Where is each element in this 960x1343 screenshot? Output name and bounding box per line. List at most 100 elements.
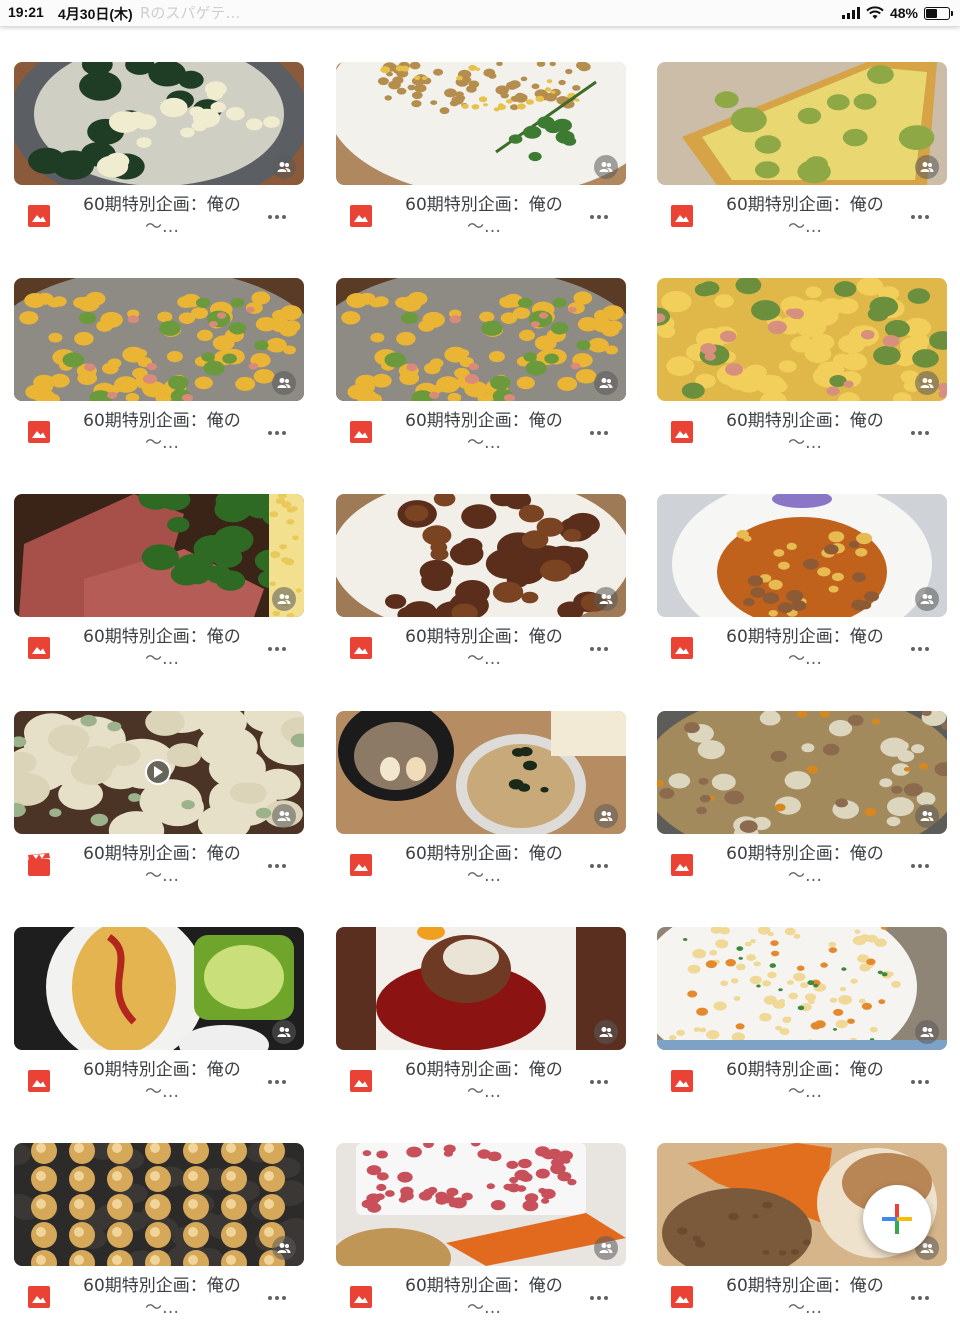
file-title-line1: 60期特別企画：俺の bbox=[83, 195, 241, 215]
more-options-button[interactable] bbox=[264, 1069, 290, 1095]
file-title: 60期特別企画：俺の 〜… bbox=[709, 194, 901, 238]
file-thumbnail[interactable] bbox=[14, 494, 304, 617]
file-thumbnail[interactable] bbox=[657, 62, 947, 185]
file-title-line1: 60期特別企画：俺の bbox=[83, 1276, 241, 1296]
file-card[interactable]: 60期特別企画：俺の 〜… bbox=[657, 62, 947, 262]
file-title-line2: 〜… bbox=[145, 217, 179, 237]
battery-icon bbox=[924, 6, 953, 20]
more-options-button[interactable] bbox=[586, 420, 612, 446]
shared-icon bbox=[594, 371, 618, 395]
file-card[interactable]: 60期特別企画：俺の 〜… bbox=[657, 494, 947, 694]
shared-icon bbox=[915, 804, 939, 828]
shared-icon bbox=[594, 1236, 618, 1260]
file-thumbnail[interactable] bbox=[336, 1143, 626, 1266]
file-title-line2: 〜… bbox=[145, 1298, 179, 1318]
more-options-button[interactable] bbox=[586, 204, 612, 230]
scrolled-under-text: Rのスパゲテ… bbox=[140, 4, 241, 22]
file-title-line1: 60期特別企画：俺の bbox=[405, 1060, 563, 1080]
file-title-line1: 60期特別企画：俺の bbox=[83, 844, 241, 864]
file-card[interactable]: 60期特別企画：俺の 〜… bbox=[336, 1143, 626, 1343]
more-options-button[interactable] bbox=[264, 204, 290, 230]
file-card[interactable]: 60期特別企画：俺の 〜… bbox=[657, 927, 947, 1127]
more-options-button[interactable] bbox=[264, 853, 290, 879]
file-card[interactable]: 60期特別企画：俺の 〜… bbox=[336, 62, 626, 262]
file-title-line2: 〜… bbox=[467, 433, 501, 453]
image-icon bbox=[27, 420, 51, 444]
more-options-button[interactable] bbox=[907, 1069, 933, 1095]
more-options-button[interactable] bbox=[907, 1285, 933, 1311]
file-title: 60期特別企画：俺の 〜… bbox=[66, 626, 258, 670]
file-title-line2: 〜… bbox=[467, 1082, 501, 1102]
image-icon bbox=[670, 853, 694, 877]
file-title-line1: 60期特別企画：俺の bbox=[726, 411, 884, 431]
image-icon bbox=[27, 636, 51, 660]
image-icon bbox=[349, 420, 373, 444]
more-options-button[interactable] bbox=[264, 1285, 290, 1311]
image-icon bbox=[27, 1069, 51, 1093]
file-card[interactable]: 60期特別企画：俺の 〜… bbox=[14, 1143, 304, 1343]
file-card[interactable]: 60期特別企画：俺の 〜… bbox=[336, 927, 626, 1127]
file-card[interactable]: 60期特別企画：俺の 〜… bbox=[14, 711, 304, 911]
file-title: 60期特別企画：俺の 〜… bbox=[66, 410, 258, 454]
file-thumbnail[interactable] bbox=[14, 927, 304, 1050]
more-options-button[interactable] bbox=[586, 853, 612, 879]
file-title-line1: 60期特別企画：俺の bbox=[83, 411, 241, 431]
file-title-line1: 60期特別企画：俺の bbox=[726, 1276, 884, 1296]
file-title-line2: 〜… bbox=[467, 217, 501, 237]
file-thumbnail[interactable] bbox=[657, 278, 947, 401]
file-card[interactable]: 60期特別企画：俺の 〜… bbox=[657, 711, 947, 911]
new-item-button[interactable] bbox=[863, 1185, 931, 1253]
file-title-line1: 60期特別企画：俺の bbox=[83, 627, 241, 647]
file-title: 60期特別企画：俺の 〜… bbox=[388, 1059, 580, 1103]
file-thumbnail[interactable] bbox=[336, 62, 626, 185]
file-card[interactable]: 60期特別企画：俺の 〜… bbox=[14, 278, 304, 478]
file-thumbnail[interactable] bbox=[14, 711, 304, 834]
file-title-line1: 60期特別企画：俺の bbox=[726, 627, 884, 647]
file-title: 60期特別企画：俺の 〜… bbox=[388, 194, 580, 238]
file-title-line2: 〜… bbox=[467, 649, 501, 669]
file-title-line2: 〜… bbox=[467, 1298, 501, 1318]
more-options-button[interactable] bbox=[907, 204, 933, 230]
file-thumbnail[interactable] bbox=[14, 278, 304, 401]
file-thumbnail[interactable] bbox=[336, 711, 626, 834]
file-title-line1: 60期特別企画：俺の bbox=[405, 195, 563, 215]
file-thumbnail[interactable] bbox=[657, 927, 947, 1050]
status-time: 19:21 bbox=[8, 4, 44, 20]
file-thumbnail[interactable] bbox=[336, 278, 626, 401]
more-options-button[interactable] bbox=[264, 420, 290, 446]
file-title: 60期特別企画：俺の 〜… bbox=[388, 626, 580, 670]
file-thumbnail[interactable] bbox=[657, 711, 947, 834]
status-date: 4月30日(木) bbox=[58, 6, 133, 22]
more-options-button[interactable] bbox=[907, 853, 933, 879]
file-card[interactable]: 60期特別企画：俺の 〜… bbox=[336, 494, 626, 694]
file-title-line2: 〜… bbox=[145, 866, 179, 886]
file-thumbnail[interactable] bbox=[336, 494, 626, 617]
more-options-button[interactable] bbox=[586, 636, 612, 662]
file-thumbnail[interactable] bbox=[657, 494, 947, 617]
file-thumbnail[interactable] bbox=[14, 62, 304, 185]
more-options-button[interactable] bbox=[586, 1069, 612, 1095]
image-icon bbox=[349, 1285, 373, 1309]
shared-icon bbox=[594, 587, 618, 611]
shared-icon bbox=[915, 1020, 939, 1044]
image-icon bbox=[27, 1285, 51, 1309]
image-icon bbox=[670, 1069, 694, 1093]
video-icon bbox=[27, 853, 51, 877]
more-options-button[interactable] bbox=[586, 1285, 612, 1311]
file-card[interactable]: 60期特別企画：俺の 〜… bbox=[336, 278, 626, 478]
file-title-line2: 〜… bbox=[145, 649, 179, 669]
file-card[interactable]: 60期特別企画：俺の 〜… bbox=[14, 62, 304, 262]
image-icon bbox=[349, 204, 373, 228]
more-options-button[interactable] bbox=[907, 636, 933, 662]
file-card[interactable]: 60期特別企画：俺の 〜… bbox=[336, 711, 626, 911]
file-card[interactable]: 60期特別企画：俺の 〜… bbox=[657, 278, 947, 478]
file-title: 60期特別企画：俺の 〜… bbox=[709, 410, 901, 454]
more-options-button[interactable] bbox=[264, 636, 290, 662]
play-icon bbox=[145, 759, 171, 785]
file-card[interactable]: 60期特別企画：俺の 〜… bbox=[14, 494, 304, 694]
file-title-line1: 60期特別企画：俺の bbox=[83, 1060, 241, 1080]
file-card[interactable]: 60期特別企画：俺の 〜… bbox=[14, 927, 304, 1127]
more-options-button[interactable] bbox=[907, 420, 933, 446]
file-thumbnail[interactable] bbox=[14, 1143, 304, 1266]
file-thumbnail[interactable] bbox=[336, 927, 626, 1050]
